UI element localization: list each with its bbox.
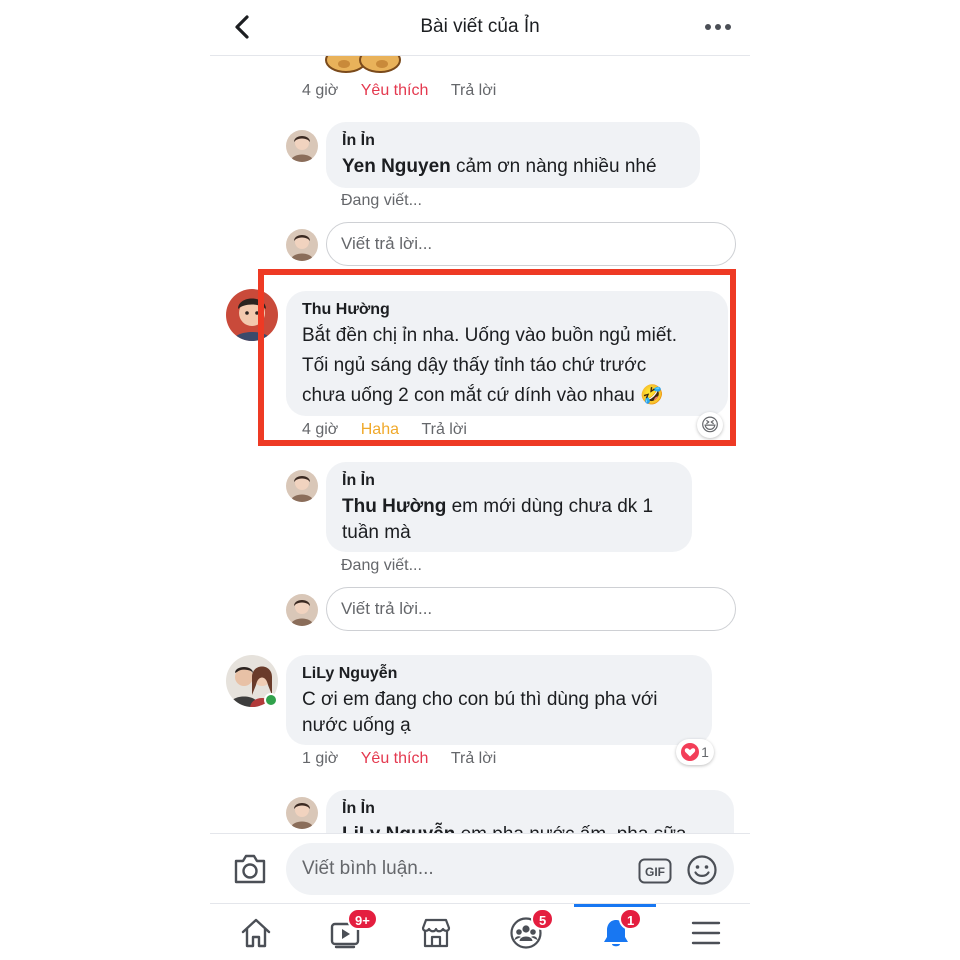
- avatar[interactable]: [286, 797, 318, 829]
- typing-indicator: Đang viết...: [341, 192, 422, 209]
- comment-time: 4 giờ: [302, 82, 339, 99]
- commenter-name[interactable]: Ỉn Ỉn: [342, 470, 676, 492]
- comment-meta: 4 giờ Haha Trả lời: [302, 421, 485, 439]
- more-dots-icon: [705, 24, 731, 30]
- comment-body: em mới dùng chưa dk 1: [446, 496, 654, 517]
- groups-badge: 5: [531, 908, 555, 930]
- user-avatar-icon: [286, 130, 318, 162]
- user-avatar-icon: [286, 797, 318, 829]
- reply-input[interactable]: Viết trả lời...: [326, 587, 736, 631]
- marketplace-icon: [421, 918, 451, 948]
- user-avatar-icon: [286, 594, 318, 626]
- avatar[interactable]: [286, 470, 318, 502]
- commenter-name[interactable]: Ỉn Ỉn: [342, 130, 684, 152]
- page-title: Bài viết của Ỉn: [420, 16, 540, 37]
- nav-menu[interactable]: [665, 904, 745, 960]
- reaction-count: 1: [701, 744, 709, 760]
- nav-notifications[interactable]: 1: [575, 904, 655, 960]
- comment-time: 4 giờ: [302, 421, 339, 438]
- comment-meta: 1 giờ Yêu thích Trả lời: [302, 750, 514, 768]
- love-reaction-badge[interactable]: 1: [676, 739, 714, 765]
- hamburger-menu-icon: [691, 921, 721, 945]
- phone-screen: Bài viết của Ỉn 4 giờ Yêu thích Trả lời …: [210, 0, 750, 960]
- avatar[interactable]: [226, 289, 278, 341]
- notifications-badge: 1: [619, 908, 643, 930]
- comment-bubble: Thu Hường Bắt đền chị ỉn nha. Uống vào b…: [286, 291, 728, 416]
- avatar: [286, 594, 318, 626]
- like-link[interactable]: Yêu thích: [361, 82, 429, 99]
- typing-indicator: Đang viết...: [341, 557, 422, 574]
- comment-line: Bắt đền chị ỉn nha. Uống vào buồn ngủ mi…: [302, 325, 677, 346]
- smiley-icon: [687, 855, 717, 885]
- comment-body: cảm ơn nàng nhiều nhé: [450, 156, 657, 177]
- nav-home[interactable]: [215, 904, 295, 960]
- like-link[interactable]: Yêu thích: [361, 750, 429, 767]
- reply-link[interactable]: Trả lời: [451, 750, 496, 767]
- nav-watch[interactable]: 9+: [305, 904, 385, 960]
- mention-link[interactable]: Thu Hường: [342, 496, 446, 517]
- comment-line: Tối ngủ sáng dậy thấy tỉnh táo chứ trước: [302, 355, 647, 376]
- comment-meta-top: 4 giờ Yêu thích Trả lời: [302, 82, 514, 100]
- mention-link[interactable]: LiLy Nguyễn: [342, 824, 455, 833]
- comment-time: 1 giờ: [302, 750, 339, 767]
- top-bar: Bài viết của Ỉn: [210, 0, 750, 56]
- reply-link[interactable]: Trả lời: [421, 421, 466, 438]
- svg-text:GIF: GIF: [645, 865, 665, 879]
- commenter-name[interactable]: Thu Hường: [302, 299, 712, 321]
- haha-reaction-link[interactable]: Haha: [361, 421, 399, 438]
- comment-body: em pha nước ấm, pha sữa: [455, 824, 687, 833]
- user-avatar-icon: [286, 470, 318, 502]
- bear-sticker-icon: [325, 56, 401, 73]
- online-status-icon: [264, 693, 278, 707]
- reply-input[interactable]: Viết trả lời...: [326, 222, 736, 266]
- user-avatar-icon: [286, 229, 318, 261]
- user-avatar-icon: [226, 289, 278, 341]
- comment-text: Yen Nguyen cảm ơn nàng nhiều nhé: [342, 152, 684, 182]
- comment-composer: Viết bình luận... GIF: [210, 833, 750, 903]
- heart-reaction-icon: [681, 743, 700, 761]
- mention-link[interactable]: Yen Nguyen: [342, 156, 451, 177]
- camera-icon: [234, 854, 266, 884]
- reply-bubble: Ỉn Ỉn LiLy Nguyễn em pha nước ấm, pha sữ…: [326, 790, 734, 833]
- haha-reaction-badge[interactable]: 😆: [697, 412, 723, 438]
- comment-line: nước uống ạ: [302, 715, 411, 736]
- comment-bubble: LiLy Nguyễn C ơi em đang cho con bú thì …: [286, 655, 712, 745]
- more-options-button[interactable]: [700, 14, 736, 40]
- avatar: [286, 229, 318, 261]
- emoji-button[interactable]: [686, 854, 718, 886]
- camera-button[interactable]: [232, 852, 268, 886]
- reply-link[interactable]: Trả lời: [451, 82, 496, 99]
- reply-bubble: Ỉn Ỉn Yen Nguyen cảm ơn nàng nhiều nhé: [326, 122, 700, 188]
- comment-line: tuần mà: [342, 522, 411, 543]
- gif-button[interactable]: GIF: [638, 858, 672, 884]
- commenter-name[interactable]: Ỉn Ỉn: [342, 798, 718, 820]
- commenter-name[interactable]: LiLy Nguyễn: [302, 663, 696, 685]
- nav-marketplace[interactable]: [395, 904, 475, 960]
- comment-text: LiLy Nguyễn em pha nước ấm, pha sữa: [342, 820, 718, 833]
- comment-line: chưa uống 2 con mắt cứ dính vào nhau 🤣: [302, 385, 664, 406]
- home-icon: [241, 918, 271, 948]
- gif-icon: GIF: [638, 858, 672, 884]
- avatar[interactable]: [286, 130, 318, 162]
- reply-bubble: Ỉn Ỉn Thu Hường em mới dùng chưa dk 1 tu…: [326, 462, 692, 552]
- bottom-nav: 9+ 5 1: [210, 903, 750, 960]
- video-badge: 9+: [347, 908, 378, 930]
- comment-feed: 4 giờ Yêu thích Trả lời Ỉn Ỉn Yen Nguyen…: [210, 56, 750, 833]
- nav-groups[interactable]: 5: [485, 904, 565, 960]
